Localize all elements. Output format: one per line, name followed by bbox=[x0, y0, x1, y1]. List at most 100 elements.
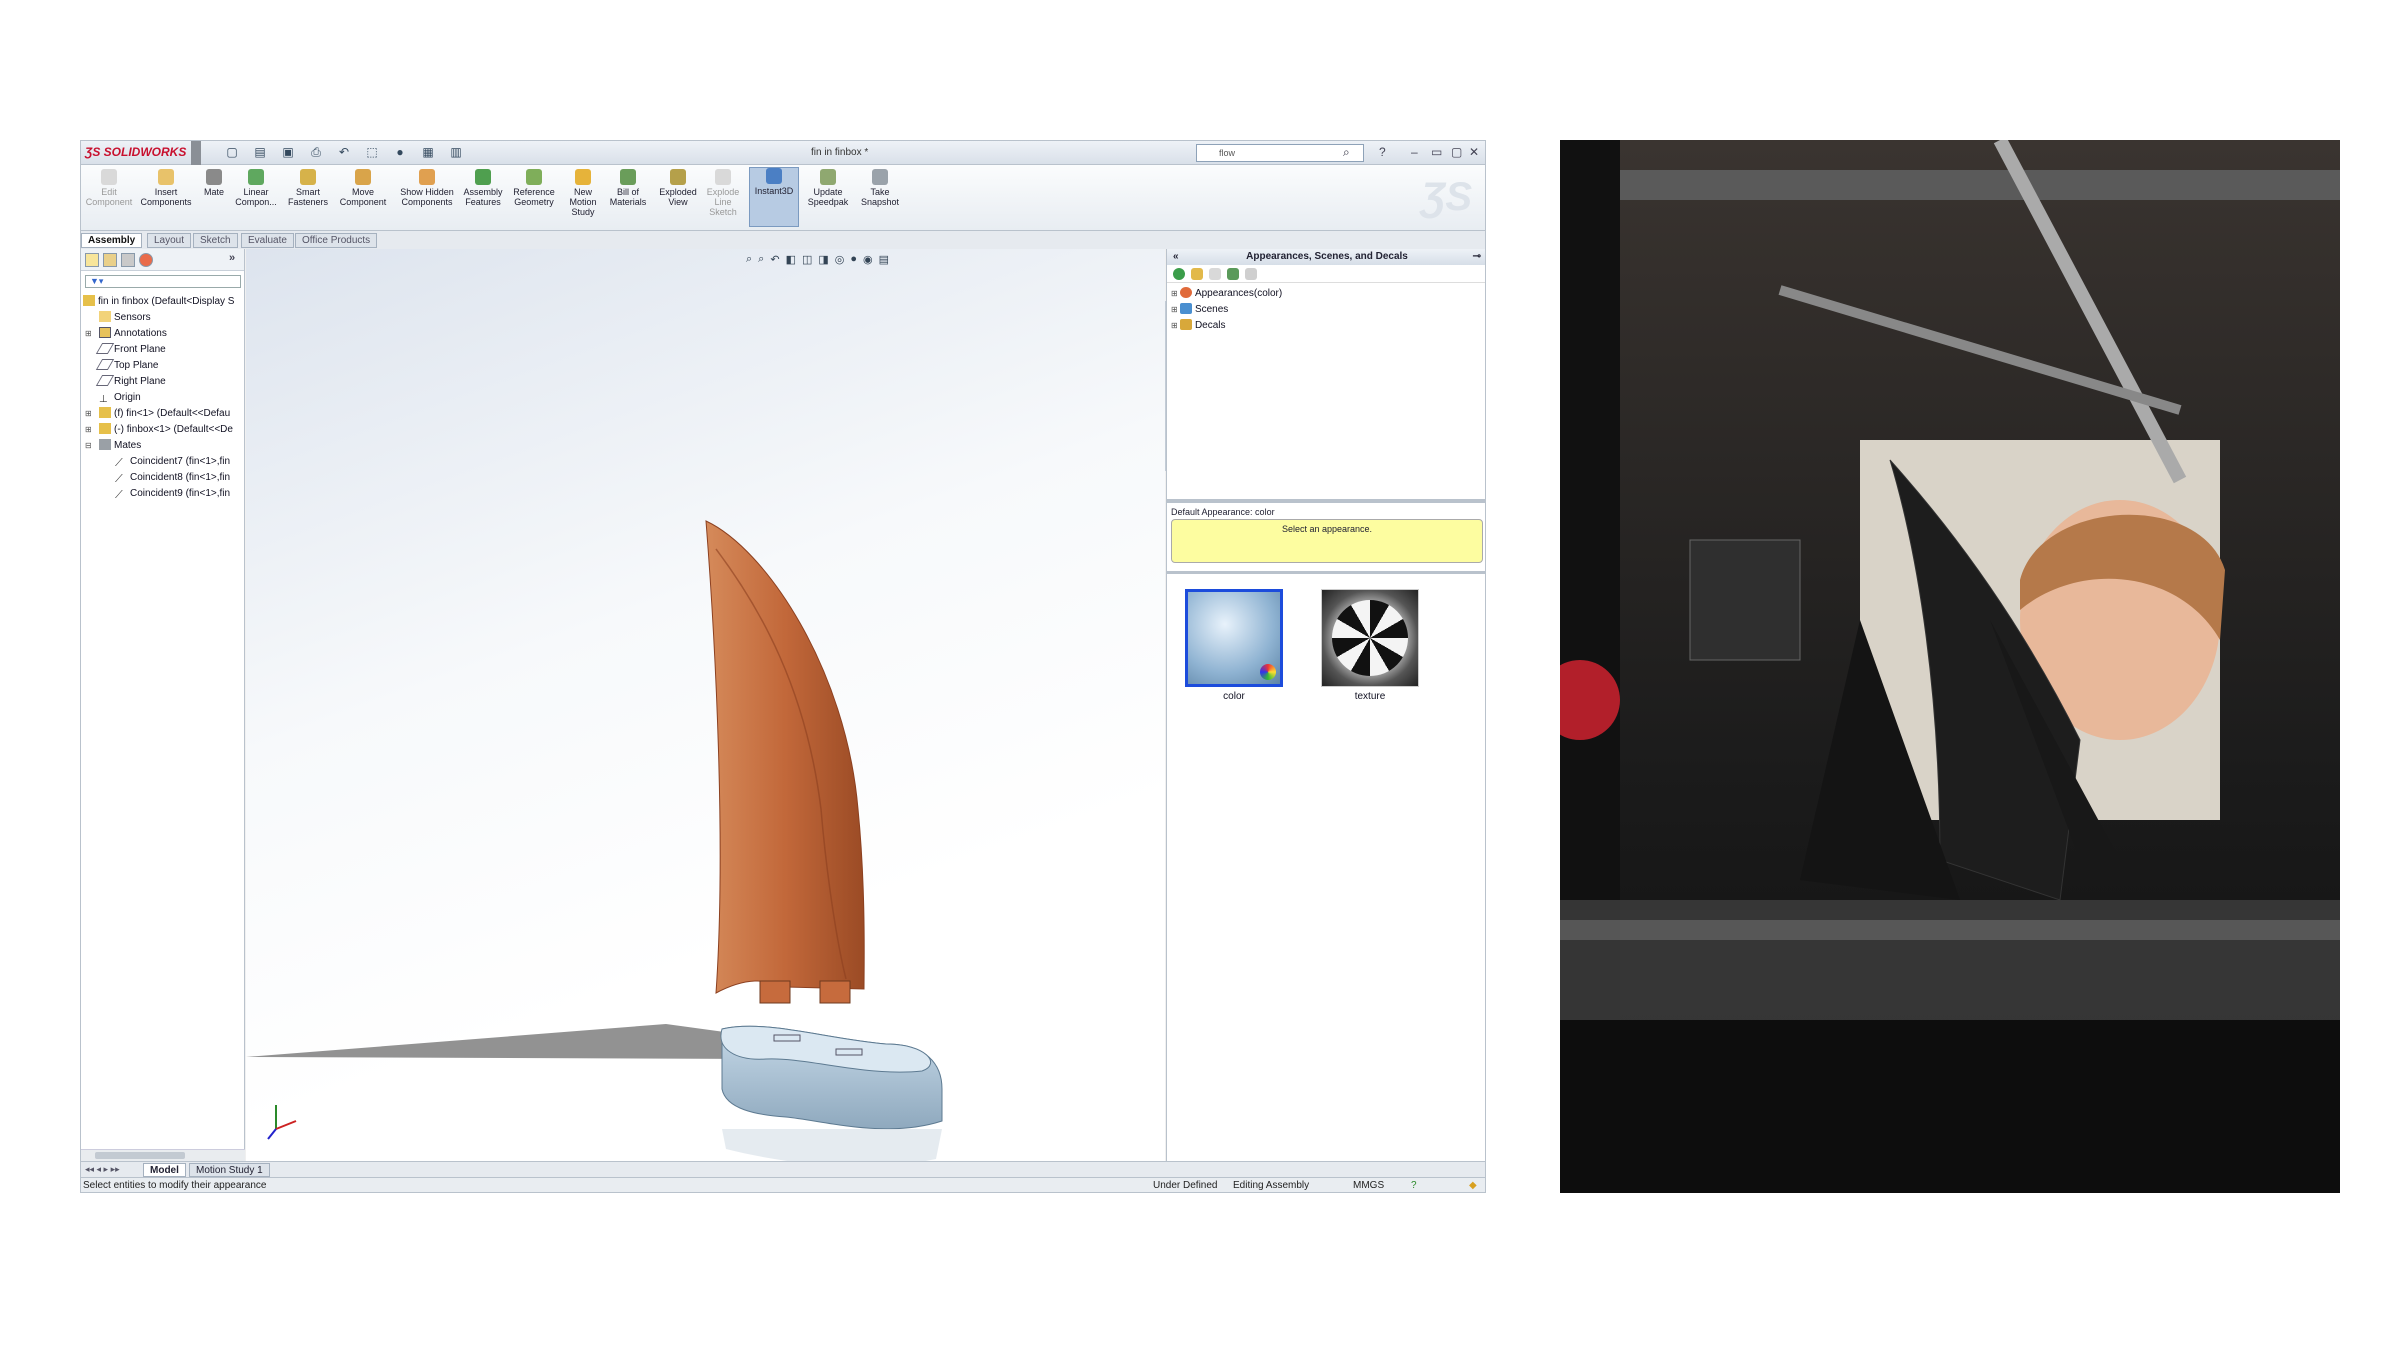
expand-arrow-icon[interactable]: » bbox=[229, 252, 235, 264]
add-file-icon[interactable] bbox=[1209, 268, 1221, 280]
bill-of-materials-button[interactable]: Bill of Materials bbox=[605, 169, 651, 207]
tab-assembly[interactable]: Assembly bbox=[81, 233, 143, 248]
horizontal-scrollbar[interactable] bbox=[81, 1149, 245, 1161]
insert-components-button[interactable]: Insert Components bbox=[139, 169, 193, 207]
tree-item-mates[interactable]: Mates bbox=[99, 439, 141, 453]
add-folder-icon[interactable] bbox=[1191, 268, 1203, 280]
update-speedpak-button[interactable]: Update Speedpak bbox=[805, 169, 851, 207]
tree-item-annotations[interactable]: Annotations bbox=[99, 327, 167, 341]
collapse-icon[interactable]: ⊟ bbox=[85, 441, 92, 450]
fin-tab-right[interactable] bbox=[819, 980, 851, 1004]
move-component-button[interactable]: Move Component bbox=[337, 169, 389, 207]
select-icon[interactable]: ⬚ bbox=[361, 145, 383, 161]
title-bar: ƷS SOLIDWORKS ▢ ▤ ▣ ⎙ ↶ ⬚ ● ▦ ▥ fin in f… bbox=[81, 141, 1485, 165]
configuration-manager-tab-icon[interactable] bbox=[121, 253, 135, 267]
linear-pattern-button[interactable]: Linear Compon... bbox=[233, 169, 279, 207]
fin-part[interactable] bbox=[705, 520, 865, 994]
tab-office-products[interactable]: Office Products bbox=[295, 233, 378, 248]
tab-sketch[interactable]: Sketch bbox=[193, 233, 238, 248]
annotations-icon bbox=[99, 327, 111, 338]
tab-motion-study[interactable]: Motion Study 1 bbox=[189, 1163, 270, 1177]
pin-icon[interactable]: ⊸ bbox=[1473, 249, 1481, 265]
minimize-icon[interactable]: – bbox=[1411, 145, 1418, 159]
tree-item-coincident9[interactable]: ⟋ Coincident9 (fin<1>,fin bbox=[115, 487, 230, 501]
library-appearances[interactable]: ⊞ Appearances(color) bbox=[1171, 287, 1282, 299]
fin-tab-left[interactable] bbox=[759, 980, 791, 1004]
property-manager-tab-icon[interactable] bbox=[103, 253, 117, 267]
appearance-thumbnail-texture[interactable] bbox=[1321, 589, 1419, 687]
tab-evaluate[interactable]: Evaluate bbox=[241, 233, 294, 248]
ds-watermark-logo: ƷS bbox=[1421, 175, 1473, 219]
appearances-folder-icon bbox=[1179, 287, 1192, 298]
library-scenes[interactable]: ⊞ Scenes bbox=[1171, 303, 1228, 315]
menu-flyout-handle[interactable] bbox=[191, 141, 201, 165]
up-folder-icon[interactable] bbox=[1245, 268, 1257, 280]
assembly-features-icon bbox=[475, 169, 491, 185]
tab-model[interactable]: Model bbox=[143, 1163, 186, 1177]
model-graphics bbox=[246, 520, 943, 1167]
options-icon[interactable]: ▥ bbox=[445, 145, 467, 161]
maximize-icon[interactable]: ▢ bbox=[1451, 145, 1462, 159]
print-icon[interactable]: ⎙ bbox=[305, 145, 327, 161]
tab-scroll-arrows-icon[interactable]: ◂◂ ◂ ▸ ▸▸ bbox=[85, 1164, 120, 1175]
color-wheel-icon bbox=[1260, 664, 1276, 680]
expand-icon[interactable]: ⊞ bbox=[1171, 305, 1180, 314]
expand-icon[interactable]: ⊞ bbox=[1171, 289, 1180, 298]
refresh-icon[interactable] bbox=[1227, 268, 1239, 280]
pane-splitter[interactable] bbox=[1167, 571, 1485, 574]
scrollbar-thumb[interactable] bbox=[95, 1152, 185, 1159]
undo-icon[interactable]: ↶ bbox=[333, 145, 355, 161]
exploded-view-button[interactable]: Exploded View bbox=[655, 169, 701, 207]
tree-item-coincident8[interactable]: ⟋ Coincident8 (fin<1>,fin bbox=[115, 471, 230, 485]
tree-item-top-plane[interactable]: Top Plane bbox=[95, 359, 158, 373]
expand-icon[interactable]: ⊞ bbox=[85, 329, 92, 338]
tree-root[interactable]: fin in finbox (Default<Display S bbox=[83, 295, 234, 309]
expand-icon[interactable]: ⊞ bbox=[1171, 321, 1180, 330]
smart-fasteners-button[interactable]: Smart Fasteners bbox=[285, 169, 331, 207]
restore-icon[interactable]: ▭ bbox=[1431, 145, 1442, 159]
help-icon[interactable]: ? bbox=[1411, 1178, 1417, 1192]
move-component-icon bbox=[355, 169, 371, 185]
collapse-panel-icon[interactable]: « bbox=[1173, 249, 1179, 265]
explode-line-sketch-button[interactable]: Explode Line Sketch bbox=[703, 169, 743, 217]
tab-layout[interactable]: Layout bbox=[147, 233, 192, 248]
help-icon[interactable]: ? bbox=[1379, 145, 1386, 159]
show-hidden-components-button[interactable]: Show Hidden Components bbox=[399, 169, 455, 207]
search-input[interactable]: flow bbox=[1196, 144, 1364, 162]
appearance-thumbnail-color[interactable] bbox=[1185, 589, 1283, 687]
mate-button[interactable]: Mate bbox=[199, 169, 229, 197]
new-motion-study-button[interactable]: New Motion Study bbox=[565, 169, 601, 217]
open-icon[interactable]: ▤ bbox=[249, 145, 271, 161]
units-selector[interactable]: MMGS bbox=[1353, 1178, 1384, 1192]
tree-item-coincident7[interactable]: ⟋ Coincident7 (fin<1>,fin bbox=[115, 455, 230, 469]
expand-icon[interactable]: ⊞ bbox=[85, 409, 92, 418]
new-icon[interactable]: ▢ bbox=[221, 145, 243, 161]
rebuild-icon[interactable]: ● bbox=[389, 145, 411, 161]
appearances-icon[interactable] bbox=[1173, 268, 1185, 280]
take-snapshot-button[interactable]: Take Snapshot bbox=[857, 169, 903, 207]
assembly-features-button[interactable]: Assembly Features bbox=[461, 169, 505, 207]
feature-tree-filter[interactable]: ▼▾ bbox=[85, 275, 241, 288]
pane-splitter[interactable] bbox=[1167, 499, 1485, 503]
display-manager-tab-icon[interactable] bbox=[139, 253, 153, 267]
tree-item-sensors[interactable]: Sensors bbox=[99, 311, 151, 325]
tree-item-origin[interactable]: ⊥ Origin bbox=[99, 391, 141, 405]
feature-tree-tab-icon[interactable] bbox=[85, 253, 99, 267]
tree-item-front-plane[interactable]: Front Plane bbox=[95, 343, 166, 357]
edit-component-button[interactable]: Edit Component bbox=[85, 169, 133, 207]
library-decals[interactable]: ⊞ Decals bbox=[1171, 319, 1226, 331]
tree-item-finbox[interactable]: (-) finbox<1> (Default<<De bbox=[99, 423, 233, 437]
part-icon bbox=[99, 407, 111, 418]
expand-icon[interactable]: ⊞ bbox=[85, 425, 92, 434]
tree-item-right-plane[interactable]: Right Plane bbox=[95, 375, 166, 389]
reference-geometry-button[interactable]: Reference Geometry bbox=[509, 169, 559, 207]
close-icon[interactable]: ✕ bbox=[1469, 145, 1479, 159]
save-icon[interactable]: ▣ bbox=[277, 145, 299, 161]
file-properties-icon[interactable]: ▦ bbox=[417, 145, 439, 161]
scenes-folder-icon bbox=[1179, 303, 1192, 314]
instant3d-button[interactable]: Instant3D bbox=[749, 167, 799, 227]
solidworks-logo[interactable]: ƷS SOLIDWORKS bbox=[85, 145, 186, 159]
graphics-viewport[interactable]: ⌕ ⌕ ↶ ◧ ◫ ◨ ◎ ● ◉ ▤ bbox=[246, 249, 1165, 1177]
tree-item-fin[interactable]: (f) fin<1> (Default<<Defau bbox=[99, 407, 230, 421]
search-icon[interactable]: ⌕ bbox=[1343, 145, 1350, 160]
